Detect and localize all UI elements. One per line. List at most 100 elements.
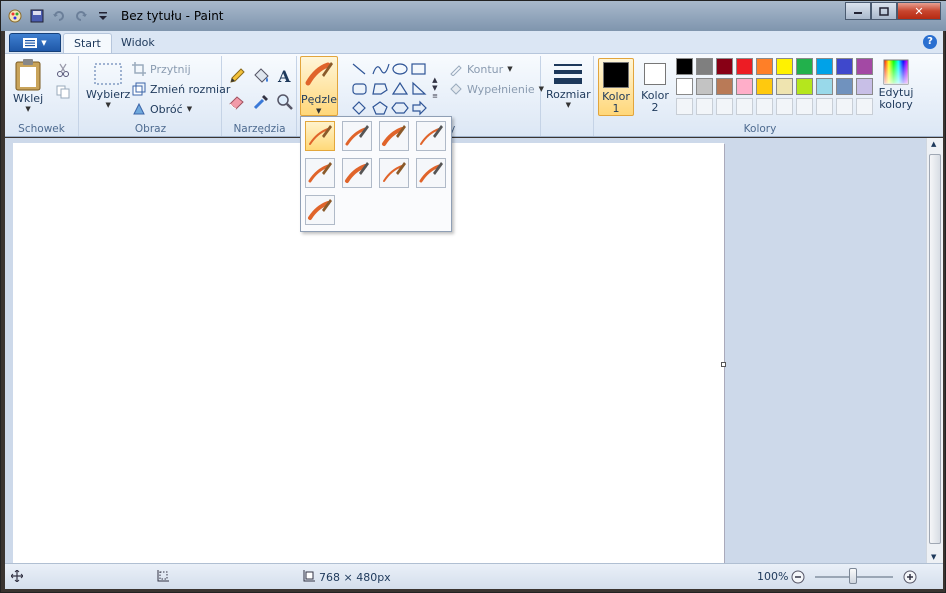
outline-button[interactable]: Kontur ▼ (449, 62, 513, 76)
brush-icon (309, 125, 332, 145)
line-shape-icon[interactable] (352, 63, 366, 75)
palette-color-swatch[interactable] (716, 78, 733, 95)
palette-custom-slot[interactable] (756, 98, 773, 115)
fill-button[interactable]: Wypełnienie ▼ (449, 82, 544, 96)
palette-custom-slot[interactable] (696, 98, 713, 115)
zoom-in-icon[interactable] (903, 570, 917, 584)
palette-color-swatch[interactable] (676, 78, 693, 95)
canvas-resize-handle-right[interactable] (721, 362, 726, 367)
paste-button[interactable]: Wklej ▼ (13, 58, 43, 113)
canvas-size-indicator: 768 × 480px (301, 570, 391, 584)
palette-color-swatch[interactable] (676, 58, 693, 75)
palette-color-swatch[interactable] (776, 78, 793, 95)
palette-color-swatch[interactable] (716, 58, 733, 75)
palette-color-swatch[interactable] (736, 78, 753, 95)
palette-color-swatch[interactable] (816, 58, 833, 75)
close-button[interactable]: ✕ (897, 2, 941, 20)
right-triangle-shape-icon[interactable] (412, 81, 427, 95)
brush-option[interactable] (305, 158, 335, 188)
palette-color-swatch[interactable] (796, 78, 813, 95)
undo-icon[interactable] (51, 8, 67, 24)
copy-icon[interactable] (53, 82, 73, 102)
chevron-down-icon: ▼ (105, 101, 111, 109)
polygon-shape-icon[interactable] (372, 83, 388, 95)
palette-color-swatch[interactable] (736, 58, 753, 75)
edit-colors-button[interactable]: Edytuj kolory (876, 59, 916, 111)
brush-option[interactable] (305, 195, 335, 225)
fill-bucket-icon[interactable] (251, 66, 271, 86)
chevron-down-icon: ▼ (186, 105, 193, 113)
vertical-scrollbar[interactable]: ▲ ▼ (926, 138, 943, 563)
palette-color-swatch[interactable] (776, 58, 793, 75)
text-tool-icon[interactable]: A (275, 66, 295, 86)
rotate-button[interactable]: Obróć ▼ (132, 102, 192, 116)
size-button[interactable]: Rozmiar ▼ (546, 62, 591, 109)
palette-custom-slot[interactable] (776, 98, 793, 115)
brush-option[interactable] (342, 121, 372, 151)
palette-color-swatch[interactable] (756, 58, 773, 75)
minimize-button[interactable] (845, 2, 871, 20)
curve-shape-icon[interactable] (372, 63, 390, 75)
brush-option[interactable] (305, 121, 335, 151)
color1-button[interactable]: Kolor 1 (598, 58, 634, 116)
brushes-button[interactable]: Pędzle ▼ (300, 56, 338, 116)
customize-qat-icon[interactable] (95, 8, 111, 24)
scrollbar-thumb[interactable] (929, 154, 941, 544)
rounded-rectangle-shape-icon[interactable] (352, 83, 367, 95)
triangle-shape-icon[interactable] (391, 81, 409, 95)
color-picker-icon[interactable] (251, 92, 271, 112)
palette-color-swatch[interactable] (756, 78, 773, 95)
palette-color-swatch[interactable] (856, 78, 873, 95)
palette-custom-slot[interactable] (796, 98, 813, 115)
paint-app-icon[interactable] (7, 8, 23, 24)
brush-icon (308, 199, 332, 220)
brush-option[interactable] (416, 121, 446, 151)
scroll-down-icon[interactable]: ▼ (931, 553, 936, 561)
tab-widok[interactable]: Widok (111, 33, 165, 53)
oval-shape-icon[interactable] (392, 63, 408, 75)
rectangle-shape-icon[interactable] (411, 63, 426, 75)
save-icon[interactable] (29, 8, 45, 24)
palette-color-swatch[interactable] (856, 58, 873, 75)
hexagon-shape-icon[interactable] (391, 102, 409, 114)
palette-custom-slot[interactable] (736, 98, 753, 115)
shape-gallery-scroll[interactable]: ▲ ▼ ≡ (429, 60, 441, 116)
palette-color-swatch[interactable] (696, 58, 713, 75)
eraser-icon[interactable] (227, 92, 247, 112)
scroll-up-icon[interactable]: ▲ (931, 140, 936, 148)
brush-icon (345, 162, 369, 183)
cut-icon[interactable] (53, 60, 73, 80)
diamond-shape-icon[interactable] (352, 101, 366, 115)
maximize-button[interactable] (871, 2, 897, 20)
color2-button[interactable]: Kolor 2 (637, 58, 673, 116)
zoom-out-icon[interactable] (791, 570, 805, 584)
palette-custom-slot[interactable] (836, 98, 853, 115)
palette-custom-slot[interactable] (716, 98, 733, 115)
resize-button[interactable]: Zmień rozmiar (132, 82, 230, 96)
palette-color-swatch[interactable] (836, 58, 853, 75)
zoom-slider-thumb[interactable] (849, 568, 857, 584)
brush-option[interactable] (379, 158, 409, 188)
crop-button[interactable]: Przytnij (132, 62, 191, 76)
palette-color-swatch[interactable] (796, 58, 813, 75)
brush-option[interactable] (342, 158, 372, 188)
pencil-icon[interactable] (227, 66, 247, 86)
group-rozmiar: Rozmiar ▼ (542, 56, 594, 136)
select-button[interactable]: Wybierz ▼ (86, 62, 130, 109)
palette-custom-slot[interactable] (816, 98, 833, 115)
help-icon[interactable]: ? (923, 35, 937, 49)
tab-start[interactable]: Start (63, 33, 112, 53)
palette-color-swatch[interactable] (836, 78, 853, 95)
right-arrow-shape-icon[interactable] (412, 100, 427, 116)
palette-custom-slot[interactable] (856, 98, 873, 115)
palette-custom-slot[interactable] (676, 98, 693, 115)
palette-color-swatch[interactable] (696, 78, 713, 95)
brush-option[interactable] (379, 121, 409, 151)
selection-icon (94, 63, 122, 85)
pentagon-shape-icon[interactable] (372, 101, 388, 115)
brush-option[interactable] (416, 158, 446, 188)
magnifier-icon[interactable] (275, 92, 295, 112)
redo-icon[interactable] (73, 8, 89, 24)
application-menu-button[interactable]: ▼ (9, 33, 61, 52)
palette-color-swatch[interactable] (816, 78, 833, 95)
